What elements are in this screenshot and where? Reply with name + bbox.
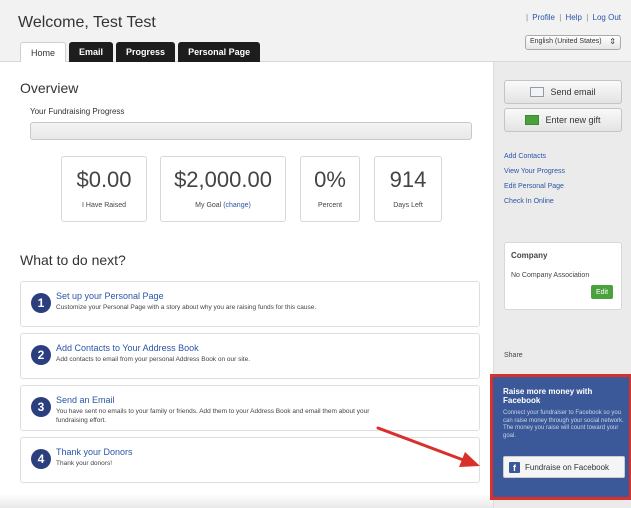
step-description: Customize your Personal Page with a stor… — [56, 304, 317, 311]
company-title: Company — [511, 251, 548, 260]
company-name: No Company Association — [511, 272, 590, 279]
edit-personal-page-link[interactable]: Edit Personal Page — [504, 183, 564, 190]
change-goal-link[interactable]: (change) — [223, 202, 251, 209]
view-progress-link[interactable]: View Your Progress — [504, 168, 565, 175]
check-in-online-link[interactable]: Check In Online — [504, 198, 554, 205]
step-number-badge: 1 — [31, 293, 51, 313]
language-select-value: English (United States) — [530, 38, 602, 45]
tab-home[interactable]: Home — [20, 42, 67, 63]
facebook-icon: f — [509, 461, 520, 473]
stat-days-left-value: 914 — [389, 167, 427, 192]
fundraising-progress-bar — [30, 122, 472, 140]
profile-link[interactable]: Profile — [532, 13, 555, 22]
money-icon — [525, 115, 540, 125]
step-title[interactable]: Set up your Personal Page — [56, 291, 164, 301]
send-email-button[interactable]: Send email — [504, 80, 622, 104]
stat-goal-label: My Goal — [195, 202, 222, 209]
fundraise-on-facebook-button[interactable]: f Fundraise on Facebook — [503, 456, 625, 478]
step-title[interactable]: Send an Email — [56, 395, 115, 405]
scroll-fade — [0, 494, 493, 508]
stat-percent-value: 0% — [314, 167, 346, 192]
send-email-label: Send email — [550, 87, 596, 97]
stat-goal-value: $2,000.00 — [174, 167, 272, 192]
stat-goal-label-wrap: My Goal (change) — [161, 202, 285, 209]
overview-heading: Overview — [20, 80, 79, 96]
help-link[interactable]: Help — [566, 13, 582, 22]
enter-gift-button[interactable]: Enter new gift — [504, 108, 622, 132]
step-description: Add contacts to email from your personal… — [56, 356, 251, 363]
tab-personal-page[interactable]: Personal Page — [178, 42, 261, 62]
add-contacts-link[interactable]: Add Contacts — [504, 153, 546, 160]
page-header: Welcome, Test Test | Profile | Help | Lo… — [0, 0, 631, 63]
stat-percent-label: Percent — [317, 202, 343, 209]
enter-gift-label: Enter new gift — [545, 115, 601, 125]
step-title[interactable]: Thank your Donors — [56, 447, 133, 457]
facebook-promo-title: Raise more money with Facebook — [503, 387, 593, 405]
main-content: Overview Your Fundraising Progress $0.00… — [0, 62, 493, 508]
stat-days-left: 914 Days Left — [374, 156, 442, 222]
facebook-promo: Raise more money with Facebook Connect y… — [490, 374, 631, 500]
step-description: You have sent no emails to your family o… — [56, 408, 370, 424]
language-select[interactable]: English (United States) ⇕ — [525, 35, 621, 50]
logout-link[interactable]: Log Out — [593, 13, 621, 22]
stat-raised-value: $0.00 — [76, 167, 132, 192]
stat-days-left-label: Days Left — [393, 202, 423, 209]
facebook-promo-description: Connect your fundraiser to Facebook so y… — [503, 410, 624, 439]
stat-raised: $0.00 I Have Raised — [61, 156, 147, 222]
step-add-contacts[interactable]: 2 Add Contacts to Your Address Book Add … — [20, 333, 480, 379]
step-number-badge: 4 — [31, 449, 51, 469]
share-label: Share — [504, 352, 523, 359]
stat-raised-label: I Have Raised — [82, 202, 126, 209]
top-links: | Profile | Help | Log Out — [525, 13, 621, 22]
step-title[interactable]: Add Contacts to Your Address Book — [56, 343, 199, 353]
sidebar: Send email Enter new gift Add Contacts V… — [490, 62, 631, 508]
step-description: Thank your donors! — [56, 460, 113, 467]
step-number-badge: 2 — [31, 345, 51, 365]
fundraise-on-facebook-label: Fundraise on Facebook — [525, 462, 610, 472]
step-number-badge: 3 — [31, 397, 51, 417]
stat-percent: 0% Percent — [300, 156, 360, 222]
company-panel: Company No Company Association Edit — [504, 242, 622, 310]
envelope-icon — [530, 87, 545, 97]
tab-progress[interactable]: Progress — [116, 42, 176, 62]
step-thank-donors[interactable]: 4 Thank your Donors Thank your donors! — [20, 437, 480, 483]
company-edit-button[interactable]: Edit — [591, 285, 613, 299]
welcome-title: Welcome, Test Test — [18, 14, 156, 31]
next-steps-heading: What to do next? — [20, 252, 126, 268]
stat-goal: $2,000.00 My Goal (change) — [160, 156, 286, 222]
select-arrows-icon: ⇕ — [609, 37, 616, 46]
tab-email[interactable]: Email — [69, 42, 114, 62]
main-tabs: Home Email Progress Personal Page — [20, 42, 261, 63]
step-send-email[interactable]: 3 Send an Email You have sent no emails … — [20, 385, 480, 431]
step-personal-page[interactable]: 1 Set up your Personal Page Customize yo… — [20, 281, 480, 327]
progress-label: Your Fundraising Progress — [30, 107, 125, 116]
